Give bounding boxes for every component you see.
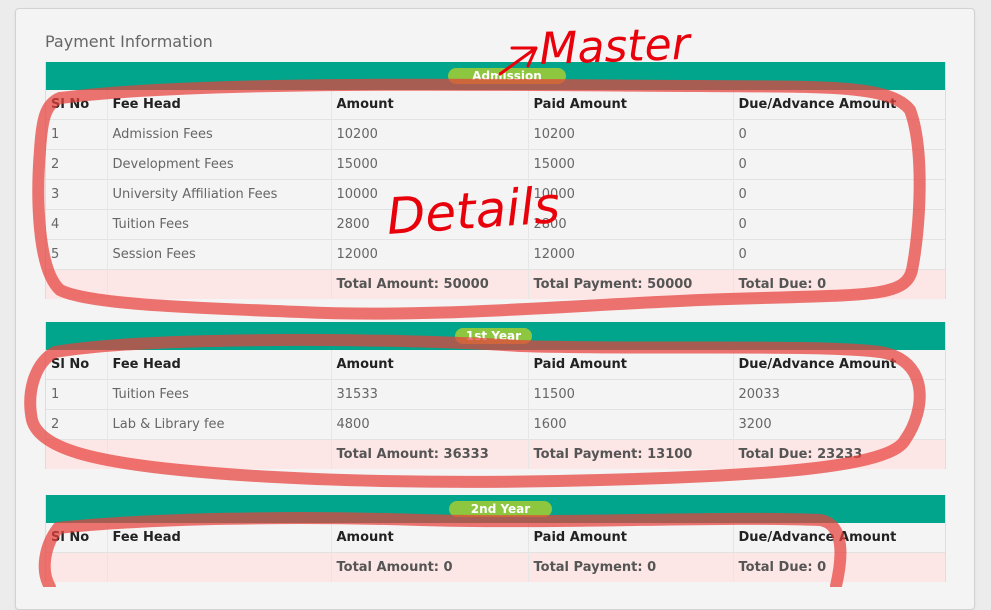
cell-paid-amount: 12000	[527, 239, 733, 270]
cell-fee-head: Development Fees	[106, 149, 331, 180]
col-amount: Amount	[330, 350, 528, 380]
col-due-amount: Due/Advance Amount	[732, 90, 945, 120]
cell-fee-head: University Affiliation Fees	[106, 179, 331, 210]
cell-amount: 10200	[330, 119, 528, 150]
col-due-amount: Due/Advance Amount	[732, 350, 945, 380]
cell-amount: 15000	[330, 149, 528, 180]
col-amount: Amount	[330, 90, 528, 120]
total-payment: Total Payment: 13100	[527, 439, 733, 469]
total-spacer	[106, 552, 331, 582]
table-row: 5 Session Fees 12000 12000 0	[46, 239, 945, 270]
col-amount: Amount	[330, 523, 528, 553]
col-paid-amount: Paid Amount	[527, 523, 733, 553]
total-row: Total Amount: 36333 Total Payment: 13100…	[46, 439, 945, 469]
total-spacer	[46, 439, 107, 469]
cell-due-amount: 0	[732, 149, 945, 180]
total-due: Total Due: 0	[732, 269, 945, 299]
total-due: Total Due: 23233	[732, 439, 945, 469]
table-row: 2 Development Fees 15000 15000 0	[46, 149, 945, 180]
total-spacer	[106, 269, 331, 299]
table-header-row: Sl No Fee Head Amount Paid Amount Due/Ad…	[46, 90, 945, 120]
col-sl-no: Sl No	[51, 97, 90, 112]
fees-table: Sl No Fee Head Amount Paid Amount Due/Ad…	[46, 90, 945, 299]
table-row: 4 Tuition Fees 2800 2800 0	[46, 209, 945, 240]
cell-due-amount: 0	[732, 179, 945, 210]
section-2nd-year: 2nd Year Sl No Fee Head Amount Paid Amou…	[45, 495, 946, 582]
section-header: Admission	[46, 62, 945, 90]
table-row: 3 University Affiliation Fees 10000 1000…	[46, 179, 945, 210]
cell-due-amount: 0	[732, 119, 945, 150]
cell-amount: 4800	[330, 409, 528, 440]
cell-due-amount: 3200	[732, 409, 945, 440]
cell-fee-head: Admission Fees	[106, 119, 331, 150]
cell-sl-no: 5	[46, 239, 107, 270]
col-paid-amount: Paid Amount	[527, 350, 733, 380]
cell-fee-head: Session Fees	[106, 239, 331, 270]
total-row: Total Amount: 0 Total Payment: 0 Total D…	[46, 552, 945, 582]
cell-amount: 2800	[330, 209, 528, 240]
cell-paid-amount: 2800	[527, 209, 733, 240]
cell-amount: 31533	[330, 379, 528, 410]
table-row: 1 Admission Fees 10200 10200 0	[46, 119, 945, 150]
fees-table: Sl No Fee Head Amount Paid Amount Due/Ad…	[46, 523, 945, 582]
total-amount: Total Amount: 50000	[330, 269, 528, 299]
cell-fee-head: Tuition Fees	[106, 379, 331, 410]
total-due: Total Due: 0	[732, 552, 945, 582]
cell-due-amount: 0	[732, 239, 945, 270]
col-paid-amount: Paid Amount	[527, 90, 733, 120]
section-header: 1st Year	[46, 322, 945, 350]
cell-sl-no: 2	[46, 409, 107, 440]
cell-sl-no: 2	[46, 149, 107, 180]
total-spacer	[46, 269, 107, 299]
total-payment: Total Payment: 50000	[527, 269, 733, 299]
total-row: Total Amount: 50000 Total Payment: 50000…	[46, 269, 945, 299]
section-admission: Admission Sl No Fee Head Amount Paid Amo…	[45, 62, 946, 299]
total-spacer	[46, 552, 107, 582]
cell-paid-amount: 11500	[527, 379, 733, 410]
total-spacer	[106, 439, 331, 469]
cell-due-amount: 20033	[732, 379, 945, 410]
section-badge: Admission	[448, 68, 566, 84]
panel-title: Payment Information	[45, 32, 213, 51]
fees-table: Sl No Fee Head Amount Paid Amount Due/Ad…	[46, 350, 945, 469]
section-badge: 2nd Year	[449, 501, 552, 517]
section-1st-year: 1st Year Sl No Fee Head Amount Paid Amou…	[45, 322, 946, 469]
col-fee-head: Fee Head	[106, 350, 331, 380]
section-header: 2nd Year	[46, 495, 945, 523]
total-amount: Total Amount: 36333	[330, 439, 528, 469]
table-row: 2 Lab & Library fee 4800 1600 3200	[46, 409, 945, 440]
col-fee-head: Fee Head	[106, 523, 331, 553]
cell-amount: 12000	[330, 239, 528, 270]
col-sl-no: Sl No	[51, 530, 90, 545]
cell-paid-amount: 10000	[527, 179, 733, 210]
cell-amount: 10000	[330, 179, 528, 210]
total-amount: Total Amount: 0	[330, 552, 528, 582]
section-badge: 1st Year	[455, 328, 532, 344]
cell-due-amount: 0	[732, 209, 945, 240]
cell-fee-head: Lab & Library fee	[106, 409, 331, 440]
col-due-amount: Due/Advance Amount	[732, 523, 945, 553]
cell-paid-amount: 10200	[527, 119, 733, 150]
total-payment: Total Payment: 0	[527, 552, 733, 582]
cell-fee-head: Tuition Fees	[106, 209, 331, 240]
cell-sl-no: 3	[46, 179, 107, 210]
table-row: 1 Tuition Fees 31533 11500 20033	[46, 379, 945, 410]
table-header-row: Sl No Fee Head Amount Paid Amount Due/Ad…	[46, 350, 945, 380]
cell-sl-no: 4	[46, 209, 107, 240]
cell-sl-no: 1	[46, 379, 107, 410]
table-header-row: Sl No Fee Head Amount Paid Amount Due/Ad…	[46, 523, 945, 553]
cell-paid-amount: 1600	[527, 409, 733, 440]
col-fee-head: Fee Head	[106, 90, 331, 120]
col-sl-no: Sl No	[51, 357, 90, 372]
cell-paid-amount: 15000	[527, 149, 733, 180]
cell-sl-no: 1	[46, 119, 107, 150]
